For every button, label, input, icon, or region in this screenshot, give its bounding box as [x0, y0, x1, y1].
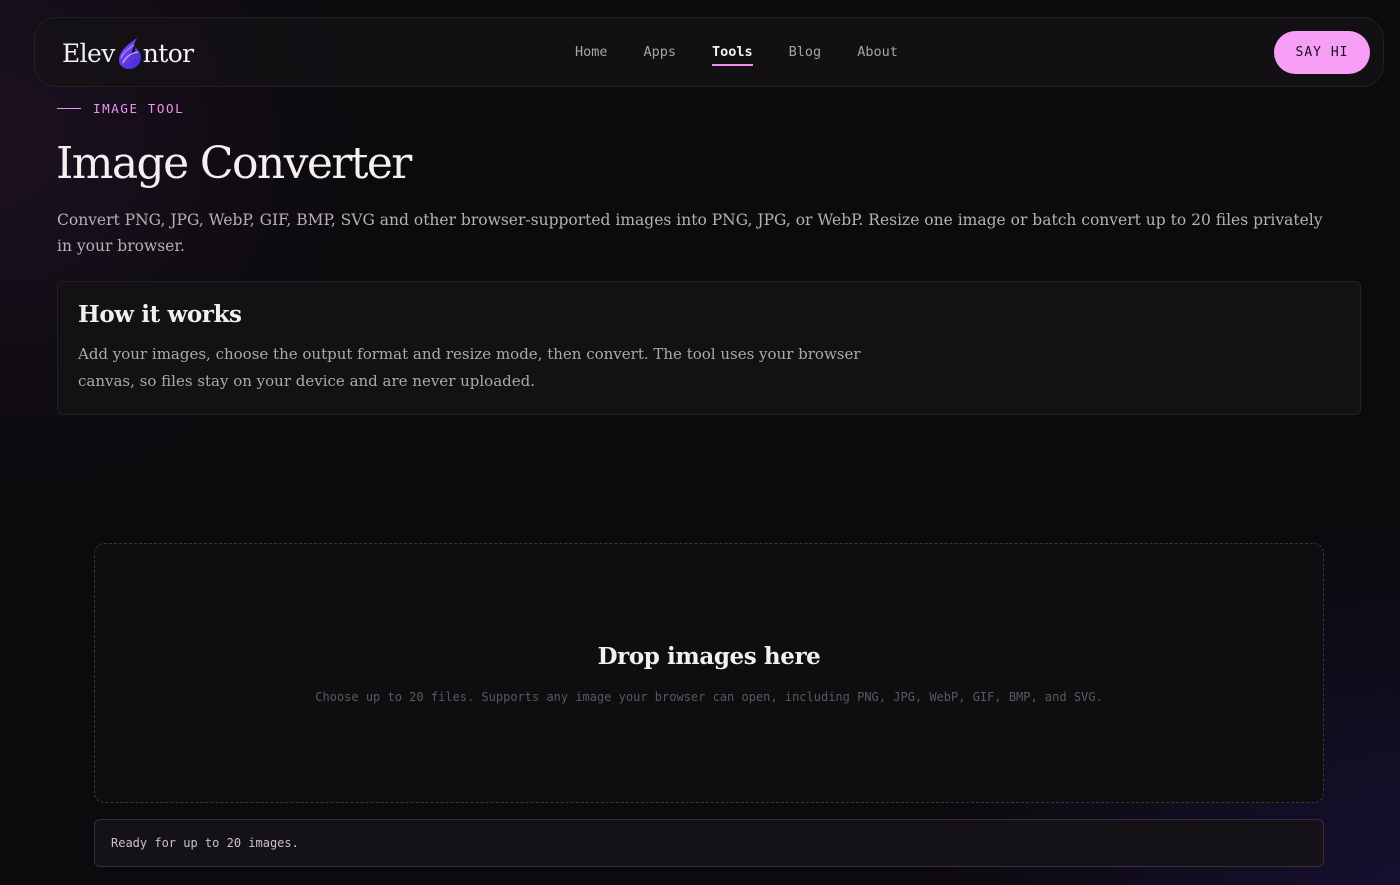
- dropzone-title: Drop images here: [597, 643, 821, 670]
- nav-link-blog[interactable]: Blog: [789, 42, 822, 66]
- how-it-works-card: How it works Add your images, choose the…: [57, 281, 1361, 415]
- dropzone-subtitle: Choose up to 20 files. Supports any imag…: [315, 690, 1103, 704]
- flame-logo-icon: [118, 38, 141, 69]
- logo-text-left: Elev: [62, 38, 115, 68]
- logo-text-right: ntor: [142, 38, 194, 68]
- eyebrow-divider: [57, 108, 81, 109]
- how-it-works-title: How it works: [78, 301, 242, 328]
- page-description: Convert PNG, JPG, WebP, GIF, BMP, SVG an…: [57, 211, 1323, 255]
- status-text: Ready for up to 20 images.: [111, 836, 299, 850]
- page-title: Image Converter: [56, 138, 412, 189]
- nav-link-tools[interactable]: Tools: [712, 42, 753, 66]
- nav-link-about[interactable]: About: [857, 42, 898, 66]
- brand-logo[interactable]: Elev ntor: [62, 36, 194, 70]
- nav-links: Home Apps Tools Blog About: [575, 42, 934, 66]
- nav-link-apps[interactable]: Apps: [644, 42, 677, 66]
- section-eyebrow: IMAGE TOOL: [57, 101, 184, 116]
- say-hi-button[interactable]: SAY HI: [1274, 31, 1370, 74]
- nav-link-home[interactable]: Home: [575, 42, 608, 66]
- top-navbar: Elev ntor Home Apps Tools Blog About SAY…: [34, 17, 1384, 87]
- eyebrow-label: IMAGE TOOL: [93, 101, 185, 116]
- status-bar: Ready for up to 20 images.: [94, 819, 1324, 867]
- how-it-works-text: Add your images, choose the output forma…: [78, 345, 861, 390]
- image-dropzone[interactable]: Drop images here Choose up to 20 files. …: [94, 543, 1324, 803]
